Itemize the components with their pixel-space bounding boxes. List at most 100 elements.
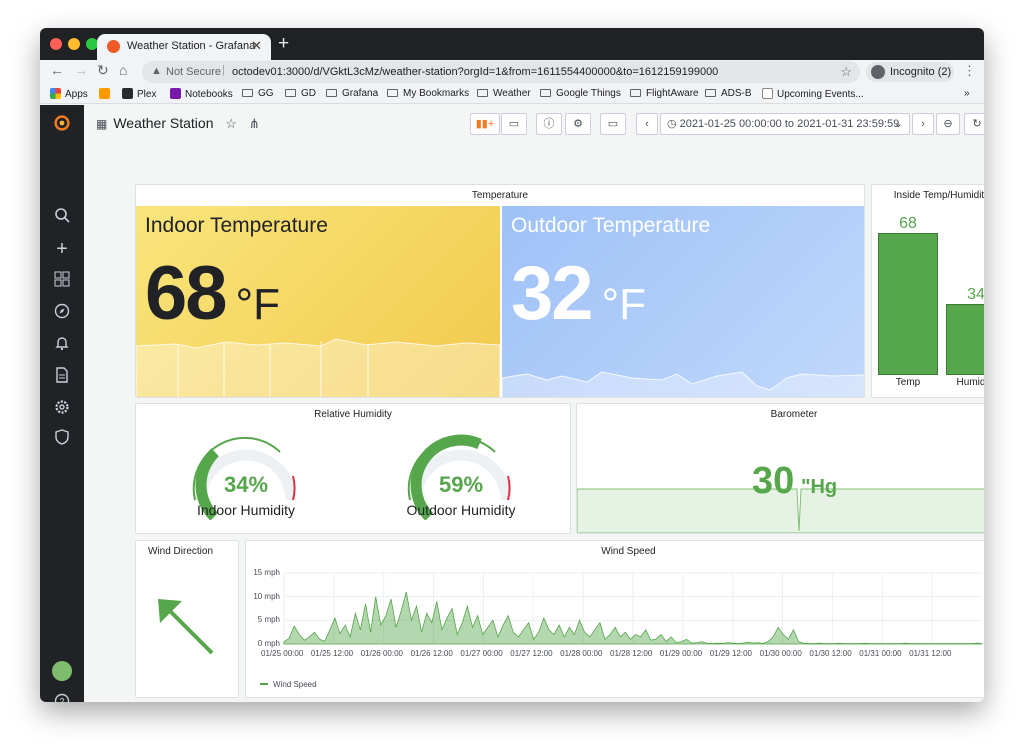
star-dashboard-icon[interactable]: ☆ [225, 116, 237, 131]
plex-icon [122, 88, 133, 99]
indoor-temperature-unit: °F [235, 280, 281, 329]
indoor-temperature-number: 68 [145, 251, 228, 336]
chart-legend[interactable]: Wind Speed [260, 680, 317, 689]
panel-title: Barometer [770, 409, 818, 420]
outdoor-temperature-stat: Outdoor Temperature 32 °F [502, 206, 864, 397]
outdoor-temperature-sparkline [502, 371, 864, 397]
grafana-favicon-icon [107, 40, 120, 53]
bookmark-notebooks[interactable]: Notebooks [170, 88, 233, 100]
tab-weather-station[interactable]: Weather Station - Grafana ✕ [97, 34, 271, 60]
panel-title: Inside Temp/Humidity [893, 190, 984, 201]
wind-direction-panel[interactable]: Wind Direction [135, 540, 239, 698]
bar-temp [878, 233, 938, 375]
refresh-button[interactable]: ↻ [964, 113, 984, 135]
bookmark-folder-ads-b[interactable]: ADS-B [705, 88, 752, 99]
time-back-button[interactable]: ‹ [636, 113, 658, 135]
wind-speed-panel[interactable]: Wind Speed 15 mph 10 mph 5 mph 0 mph 01/25 … [245, 540, 984, 698]
bookmark-folder-google-things[interactable]: Google Things [540, 88, 621, 99]
document-icon[interactable] [52, 367, 72, 387]
shield-icon[interactable] [52, 429, 72, 449]
barometer-panel[interactable]: Barometer 30 "Hg [576, 403, 984, 534]
legend-swatch [260, 683, 268, 685]
new-tab-icon[interactable]: + [278, 33, 289, 55]
bookmark-amazon[interactable] [99, 88, 114, 100]
barometer-value: 30 [752, 460, 795, 502]
folder-icon [477, 89, 488, 97]
dashboard-title[interactable]: Weather Station [113, 115, 213, 131]
bookmark-label: Weather [493, 88, 531, 99]
add-panel-button[interactable]: ▮▮+ [470, 113, 500, 135]
settings-gear-icon[interactable] [52, 399, 72, 419]
dashboard-header: ▦ Weather Station ☆ ⋔ [96, 115, 260, 132]
bookmarks-bar: Apps Plex Notebooks GG GD Grafana My Boo… [40, 84, 984, 104]
bookmark-folder-flightaware[interactable]: FlightAware [630, 88, 699, 99]
bookmark-apps[interactable]: Apps [50, 88, 88, 100]
bookmark-label: My Bookmarks [403, 88, 470, 99]
indoor-humidity-value: 34% [223, 472, 269, 497]
info-button[interactable]: ⓘ [536, 113, 562, 135]
bookmark-folder-gd[interactable]: GD [285, 88, 316, 99]
close-window-button[interactable] [50, 38, 62, 50]
folder-icon [387, 89, 398, 97]
address-bar[interactable]: ▲ Not Secure | octodev01:3000/d/VGktL3cM… [142, 61, 860, 83]
dashboard-settings-button[interactable]: ⚙ [565, 113, 591, 135]
bookmark-label: Upcoming Events... [777, 89, 864, 100]
folder-icon [285, 89, 296, 97]
onenote-icon [170, 88, 181, 99]
bookmark-folder-gg[interactable]: GG [242, 88, 274, 99]
bookmark-upcoming-events[interactable]: Upcoming Events... [762, 88, 864, 100]
time-forward-button[interactable]: › [912, 113, 934, 135]
outdoor-temperature-value: 32 °F [511, 250, 646, 337]
indoor-temperature-sparkline [136, 338, 500, 397]
user-avatar[interactable] [52, 661, 72, 681]
panel-title: Temperature [471, 190, 529, 201]
svg-text:?: ? [59, 697, 64, 703]
bookmark-label: Apps [65, 89, 88, 100]
home-icon[interactable]: ⌂ [119, 62, 127, 78]
share-icon[interactable]: ⋔ [249, 116, 260, 131]
folder-icon [540, 89, 551, 97]
bookmark-folder-weather[interactable]: Weather [477, 88, 531, 99]
relative-humidity-panel[interactable]: Relative Humidity 34% Indoor Humidity 59… [135, 403, 571, 534]
bookmark-folder-grafana[interactable]: Grafana [326, 88, 378, 99]
time-range-label: 2021-01-25 00:00:00 to 2021-01-31 23:59:… [679, 118, 900, 130]
search-icon[interactable] [52, 207, 72, 227]
bookmark-plex[interactable]: Plex [122, 88, 156, 100]
create-plus-icon[interactable]: + [52, 239, 72, 259]
forward-icon[interactable]: → [74, 62, 88, 78]
bookmark-label: FlightAware [646, 88, 699, 99]
save-dashboard-button[interactable]: ▭ [501, 113, 527, 135]
zoom-out-button[interactable]: ⊖ [936, 113, 960, 135]
bookmark-label: Grafana [342, 88, 379, 99]
browser-menu-icon[interactable]: ⋮ [963, 63, 976, 79]
chevron-down-icon: ⌄ [893, 118, 903, 130]
indoor-temperature-stat: Indoor Temperature 68 °F [136, 206, 500, 397]
bookmark-star-icon[interactable]: ☆ [840, 64, 852, 80]
dashboards-grid-icon[interactable] [52, 271, 72, 291]
inside-temp-humidity-panel[interactable]: Inside Temp/Humidity 68 Temp 34 Humidity [871, 184, 984, 398]
alerting-bell-icon[interactable] [52, 335, 72, 355]
incognito-button[interactable]: Incognito (2) [866, 62, 954, 82]
reload-icon[interactable]: ↻ [97, 62, 109, 79]
explore-compass-icon[interactable] [52, 303, 72, 323]
time-range-picker[interactable]: ◷ 2021-01-25 00:00:00 to 2021-01-31 23:5… [660, 113, 910, 135]
grafana-logo-icon[interactable] [52, 115, 72, 135]
indoor-temperature-label: Indoor Temperature [145, 214, 328, 237]
help-icon[interactable]: ? [52, 693, 72, 702]
indoor-humidity-gauge: 34% Indoor Humidity [191, 430, 301, 520]
amazon-icon [99, 88, 110, 99]
events-icon [762, 88, 773, 99]
bookmark-folder-my-bookmarks[interactable]: My Bookmarks [387, 88, 469, 99]
bookmark-label: GG [258, 88, 274, 99]
outdoor-humidity-value: 59% [438, 472, 484, 497]
incognito-icon [871, 65, 885, 79]
warning-icon: ▲ [151, 65, 162, 77]
cycle-view-mode-button[interactable]: ▭ [600, 113, 626, 135]
more-bookmarks-button[interactable]: » [964, 88, 970, 99]
minimize-window-button[interactable] [68, 38, 80, 50]
close-tab-icon[interactable]: ✕ [251, 38, 262, 54]
back-icon[interactable]: ← [50, 62, 64, 78]
temperature-panel[interactable]: Temperature Indoor Temperature 68 °F Outd… [135, 184, 865, 398]
browser-window: Weather Station - Grafana ✕ + ← → ↻ ⌂ ▲ … [40, 28, 984, 702]
dashboard-area: ▦ Weather Station ☆ ⋔ ▮▮+ ▭ ⓘ ⚙ ▭ ‹ ◷ 202… [84, 105, 984, 702]
